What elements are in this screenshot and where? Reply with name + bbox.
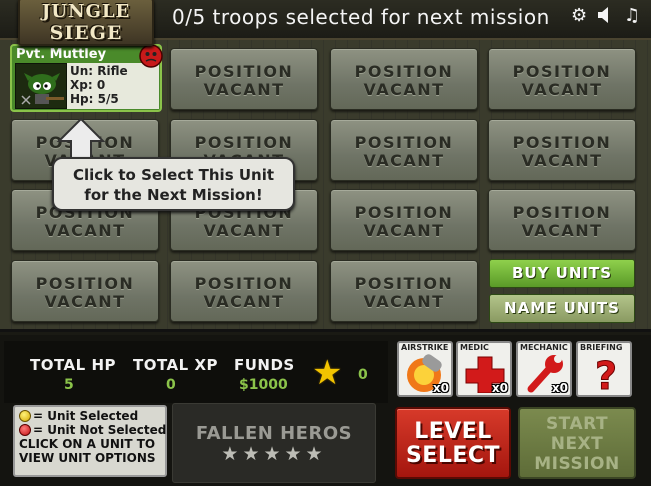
slot-line-1: POSITION bbox=[35, 274, 135, 293]
select-unit-tooltip: Click to Select This Unit for the Next M… bbox=[52, 157, 295, 211]
gear-icon[interactable]: ⚙ bbox=[571, 6, 587, 26]
unit-name: Pvt. Muttley bbox=[16, 47, 107, 62]
music-icon[interactable]: ♫ bbox=[624, 6, 640, 26]
slot-line-2: VACANT bbox=[203, 80, 285, 99]
start-mission-line-3: MISSION bbox=[534, 454, 620, 474]
medic-count: x0 bbox=[491, 381, 508, 395]
question-mark-icon: ? bbox=[594, 354, 617, 394]
vacant-position-slot[interactable]: POSITIONVACANT bbox=[330, 260, 478, 322]
not-selected-face-icon bbox=[139, 44, 163, 72]
start-mission-line-1: START bbox=[545, 414, 609, 434]
logo-line-1: JUNGLE bbox=[41, 1, 131, 22]
slot-line-1: POSITION bbox=[512, 62, 612, 81]
legend-hint-2: VIEW UNIT OPTIONS bbox=[19, 451, 156, 465]
not-selected-face-icon bbox=[19, 424, 31, 436]
vacant-position-slot[interactable]: POSITIONVACANT bbox=[488, 48, 636, 110]
start-next-mission-button[interactable]: START NEXT MISSION bbox=[518, 407, 636, 479]
slot-line-1: POSITION bbox=[194, 274, 294, 293]
slot-line-2: VACANT bbox=[44, 292, 126, 311]
slot-line-1: POSITION bbox=[512, 203, 612, 222]
vacant-position-slot[interactable]: POSITIONVACANT bbox=[330, 48, 478, 110]
fallen-heroes-panel: FALLEN HEROS ★★★★★ bbox=[172, 403, 376, 483]
stats-panel: TOTAL HP 5 TOTAL XP 0 FUNDS $1000 ★ 0 bbox=[4, 341, 388, 403]
slot-line-1: POSITION bbox=[354, 203, 454, 222]
slot-line-2: VACANT bbox=[203, 221, 285, 240]
tooltip-line-1: Click to Select This Unit bbox=[72, 166, 275, 184]
slot-line-2: VACANT bbox=[363, 292, 445, 311]
total-hp-label: TOTAL HP bbox=[30, 356, 116, 374]
airstrike-button[interactable]: AIRSTRIKE x0 bbox=[397, 341, 453, 397]
legend-not-selected: = Unit Not Selected bbox=[19, 423, 166, 437]
selected-face-icon bbox=[19, 410, 31, 422]
briefing-button[interactable]: BRIEFING ? bbox=[576, 341, 632, 397]
bottom-panel: TOTAL HP 5 TOTAL XP 0 FUNDS $1000 ★ 0 = … bbox=[0, 335, 651, 486]
buy-units-button[interactable]: BUY UNITS bbox=[489, 259, 635, 288]
vacant-position-slot[interactable]: POSITIONVACANT bbox=[488, 119, 636, 181]
svg-text:?: ? bbox=[595, 354, 617, 393]
mechanic-button[interactable]: MECHANIC x0 bbox=[516, 341, 572, 397]
level-select-line-1: LEVEL bbox=[414, 419, 492, 444]
vacant-position-slot[interactable]: POSITIONVACANT bbox=[11, 260, 159, 322]
slot-line-2: VACANT bbox=[203, 292, 285, 311]
logo-line-2: SIEGE bbox=[49, 22, 123, 44]
level-select-button[interactable]: LEVEL SELECT bbox=[395, 407, 511, 479]
stars-count: 0 bbox=[358, 367, 368, 383]
start-mission-line-2: NEXT bbox=[550, 434, 604, 454]
slot-line-2: VACANT bbox=[363, 80, 445, 99]
vacant-position-slot[interactable]: POSITIONVACANT bbox=[170, 48, 318, 110]
star-icon: ★ bbox=[312, 353, 343, 393]
unit-card-muttley[interactable]: Pvt. Muttley Un: Rifle Xp: 0 Hp: 5/5 bbox=[10, 44, 163, 112]
vacant-position-slot[interactable]: POSITIONVACANT bbox=[330, 189, 478, 251]
tooltip-line-2: for the Next Mission! bbox=[84, 186, 263, 204]
airstrike-count: x0 bbox=[432, 381, 449, 395]
vacant-position-slot[interactable]: POSITIONVACANT bbox=[488, 189, 636, 251]
up-arrow-icon bbox=[56, 117, 106, 159]
unit-hp: Hp: 5/5 bbox=[70, 92, 119, 106]
slot-line-1: POSITION bbox=[354, 133, 454, 152]
slot-line-2: VACANT bbox=[363, 221, 445, 240]
medic-label: MEDIC bbox=[460, 343, 489, 352]
legend-not-selected-text: = Unit Not Selected bbox=[33, 423, 167, 437]
level-select-line-2: SELECT bbox=[405, 443, 501, 468]
total-xp-label: TOTAL XP bbox=[133, 356, 218, 374]
slot-line-1: POSITION bbox=[354, 62, 454, 81]
total-hp-value: 5 bbox=[64, 377, 74, 393]
game-logo: JUNGLE SIEGE bbox=[18, 0, 154, 46]
slot-line-2: VACANT bbox=[363, 151, 445, 170]
speaker-icon[interactable] bbox=[597, 6, 613, 29]
briefing-label: BRIEFING bbox=[580, 343, 623, 352]
vacant-position-slot[interactable]: POSITIONVACANT bbox=[170, 260, 318, 322]
medic-button[interactable]: MEDIC x0 bbox=[456, 341, 512, 397]
slot-line-1: POSITION bbox=[512, 133, 612, 152]
unit-portrait bbox=[15, 63, 67, 109]
unit-legend: = Unit Selected = Unit Not Selected CLIC… bbox=[13, 405, 167, 477]
slot-line-1: POSITION bbox=[194, 133, 294, 152]
legend-hint-1: CLICK ON A UNIT TO bbox=[19, 437, 156, 451]
mechanic-label: MECHANIC bbox=[520, 343, 568, 352]
funds-value: $1000 bbox=[239, 377, 288, 393]
vacant-position-slot[interactable]: POSITIONVACANT bbox=[330, 119, 478, 181]
unit-xp: Xp: 0 bbox=[70, 78, 106, 92]
slot-line-2: VACANT bbox=[521, 80, 603, 99]
slot-line-1: POSITION bbox=[194, 62, 294, 81]
legend-selected: = Unit Selected bbox=[19, 409, 161, 423]
troops-selected-status: 0/5 troops selected for next mission bbox=[172, 5, 550, 29]
mechanic-count: x0 bbox=[551, 381, 568, 395]
funds-label: FUNDS bbox=[234, 356, 295, 374]
slot-line-2: VACANT bbox=[521, 151, 603, 170]
name-units-button[interactable]: NAME UNITS bbox=[489, 294, 635, 323]
fallen-heroes-title: FALLEN HEROS bbox=[195, 423, 353, 444]
slot-line-2: VACANT bbox=[44, 221, 126, 240]
total-xp-value: 0 bbox=[166, 377, 176, 393]
slot-line-2: VACANT bbox=[521, 221, 603, 240]
airstrike-label: AIRSTRIKE bbox=[401, 343, 449, 352]
legend-selected-text: = Unit Selected bbox=[33, 409, 139, 423]
top-bar: JUNGLE SIEGE 0/5 troops selected for nex… bbox=[0, 0, 651, 46]
slot-line-1: POSITION bbox=[354, 274, 454, 293]
fallen-heroes-stars: ★★★★★ bbox=[221, 443, 327, 465]
